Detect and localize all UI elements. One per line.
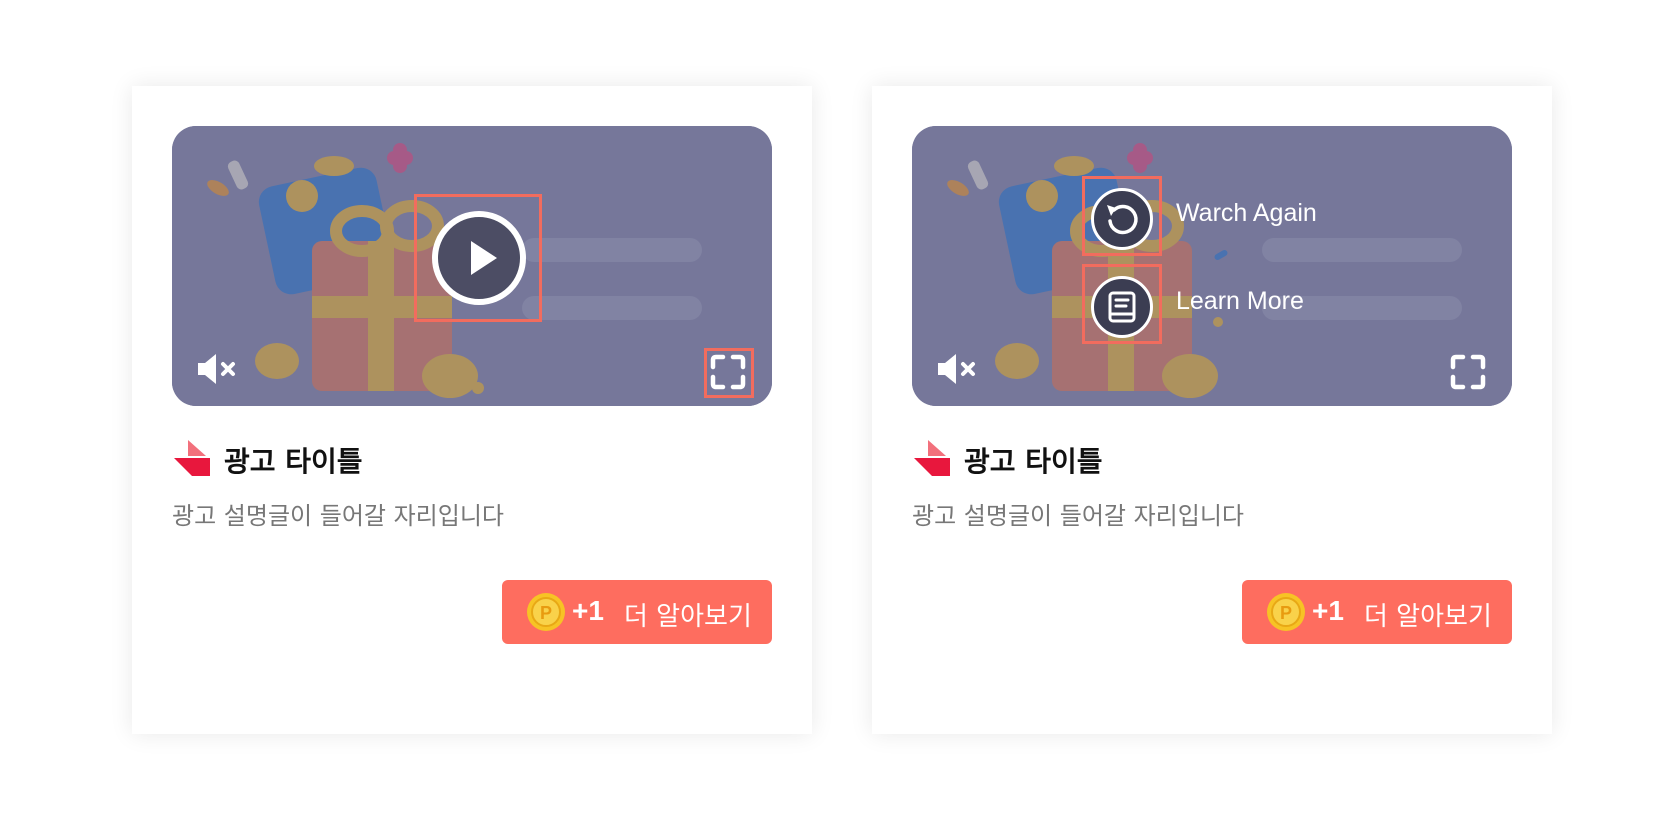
learn-more-button[interactable]: P +1 더 알아보기 [502,580,772,644]
svg-text:P: P [1280,603,1292,623]
ad-card-2: Warch Again Learn More 광고 타이틀 광고 설명글이 들어… [872,86,1552,734]
points-value: +1 [572,595,604,626]
fullscreen-icon[interactable] [1450,354,1486,390]
brand-logo-icon [914,440,950,476]
points-value: +1 [1312,595,1344,626]
ad-description: 광고 설명글이 들어갈 자리입니다 [912,502,1245,530]
video-dim-overlay [912,126,1512,406]
coin-icon: P [527,593,565,631]
watch-again-label[interactable]: Warch Again [1176,199,1317,228]
coin-icon: P [1267,593,1305,631]
play-button-highlight [414,194,542,322]
cta-label: 더 알아보기 [1364,602,1492,632]
ad-card-1: 광고 타이틀 광고 설명글이 들어갈 자리입니다 P +1 더 알아보기 [132,86,812,734]
learn-more-button[interactable]: P +1 더 알아보기 [1242,580,1512,644]
brand-logo-icon [174,440,210,476]
video-player[interactable] [172,126,772,406]
fullscreen-highlight [704,348,754,398]
ad-title: 광고 타이틀 [224,445,363,478]
cta-label: 더 알아보기 [624,602,752,632]
ad-title: 광고 타이틀 [964,445,1103,478]
ad-description: 광고 설명글이 들어갈 자리입니다 [172,502,505,530]
svg-text:P: P [540,603,552,623]
learn-more-highlight [1082,264,1162,344]
watch-again-highlight [1082,176,1162,256]
learn-more-label[interactable]: Learn More [1176,287,1304,316]
mute-icon[interactable] [936,352,982,386]
mute-icon[interactable] [196,352,242,386]
video-player[interactable]: Warch Again Learn More [912,126,1512,406]
